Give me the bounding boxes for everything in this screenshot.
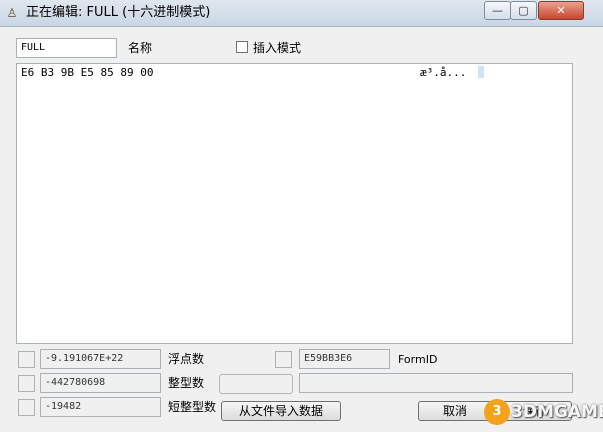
name-label: 名称 [128, 41, 153, 55]
name-field[interactable]: FULL [16, 38, 117, 58]
int-field[interactable]: -442780698 [40, 373, 161, 393]
cancel-button[interactable]: 取消 [418, 401, 492, 421]
short-toggle[interactable] [18, 399, 35, 416]
watermark: 3 3DMGAME [484, 397, 603, 429]
formid-field[interactable]: E59BB3E6 [299, 349, 390, 369]
formid-label: FormID [398, 353, 438, 366]
short-field[interactable]: -19482 [40, 397, 161, 417]
window-title: 正在编辑: FULL (十六进制模式) [26, 5, 211, 20]
maximize-button[interactable]: ▢ [510, 1, 537, 20]
minimize-icon: — [492, 4, 503, 17]
search-button[interactable] [219, 374, 293, 394]
maximize-icon: ▢ [518, 4, 529, 17]
app-icon: ♙ [6, 6, 18, 20]
short-label: 短整型数 [168, 400, 217, 414]
hex-ascii-text: æ³.å... [420, 66, 467, 79]
int-label: 整型数 [168, 376, 205, 390]
formid-toggle[interactable] [275, 351, 292, 368]
float-toggle[interactable] [18, 351, 35, 368]
watermark-logo-icon: 3 [484, 399, 510, 425]
float-label: 浮点数 [168, 352, 205, 366]
insert-mode-checkbox[interactable] [236, 41, 248, 53]
title-bar: ♙ 正在编辑: FULL (十六进制模式) — ▢ ✕ [0, 0, 603, 27]
import-from-file-button[interactable]: 从文件导入数据 [221, 401, 341, 421]
insert-mode-label: 插入模式 [253, 41, 302, 55]
close-button[interactable]: ✕ [538, 1, 584, 20]
search-field[interactable] [299, 373, 573, 393]
hex-editor-area[interactable]: E6 B3 9B E5 85 89 00 æ³.å... [16, 63, 573, 344]
text-caret [478, 66, 484, 78]
watermark-text: 3DMGAME [511, 402, 603, 422]
float-field[interactable]: -9.191067E+22 [40, 349, 161, 369]
int-toggle[interactable] [18, 375, 35, 392]
close-icon: ✕ [556, 4, 566, 17]
hex-bytes-text: E6 B3 9B E5 85 89 00 [21, 66, 154, 79]
minimize-button[interactable]: — [484, 1, 511, 20]
